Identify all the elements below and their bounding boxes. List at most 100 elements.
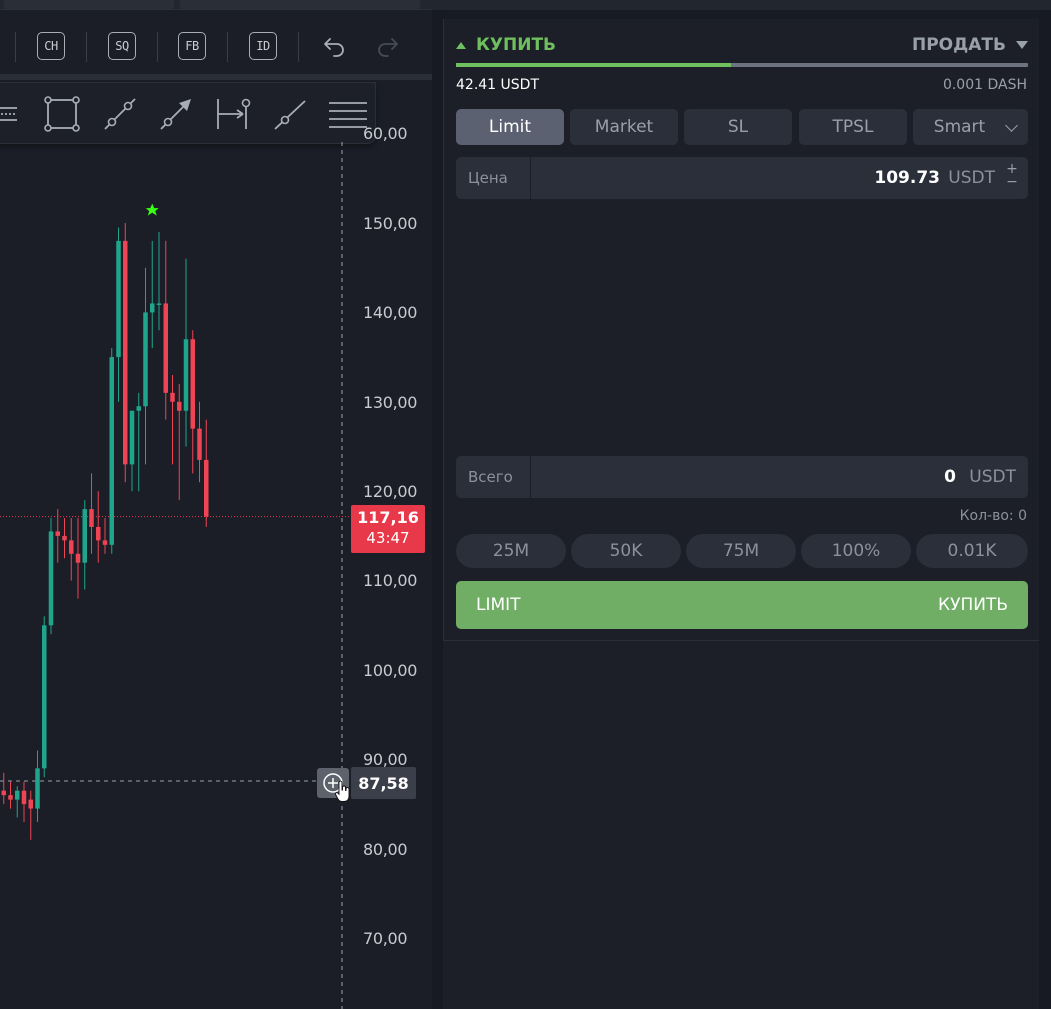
order-panel: КУПИТЬ ПРОДАТЬ 42.41 USDT 0.001 DASH Lim… [443, 19, 1039, 641]
candlestick-chart[interactable] [0, 80, 350, 1009]
top-strip-right [432, 0, 1051, 10]
buy-tab[interactable]: КУПИТЬ [456, 35, 556, 55]
panel-empty-area [443, 641, 1039, 1009]
price-unit: USDT [948, 168, 995, 188]
axis-tick-label: 120,00 [363, 482, 418, 501]
candle-body [96, 526, 101, 541]
trading-screen: CH SQ FB ID 60,00 150,00 140,00 130,00 1… [0, 0, 1051, 1009]
order-type-tabs: Limit Market SL TPSL Smart [456, 109, 1028, 145]
tab-smart-label: Smart [933, 117, 986, 137]
top-strip [0, 0, 432, 10]
sell-tab-label: ПРОДАТЬ [912, 35, 1006, 55]
preset-button[interactable]: 0.01K [916, 534, 1028, 568]
candle-body [143, 312, 148, 407]
chevron-down-icon [1005, 119, 1018, 132]
candle-body [89, 509, 94, 527]
fb-button[interactable]: FB [178, 32, 206, 60]
crosshair-price-tag: 87,58 [351, 767, 416, 799]
candle-body [21, 790, 27, 805]
tab-sl[interactable]: SL [684, 109, 792, 145]
candle-body [156, 303, 162, 305]
axis-tick-label: 80,00 [363, 840, 408, 859]
side-ratio-bar [456, 63, 1028, 67]
candle-body [183, 339, 189, 411]
tab-smart[interactable]: Smart [913, 109, 1028, 145]
candle-body [75, 553, 81, 563]
toolbar-separator [86, 32, 87, 62]
toolbar-separator [227, 32, 228, 62]
candle-body [8, 795, 13, 800]
axis-tick-label: 140,00 [363, 303, 418, 322]
ch-button[interactable]: CH [37, 32, 65, 60]
panel-right-edge [1039, 10, 1051, 1009]
preset-button[interactable]: 25M [456, 534, 566, 568]
tab-tpsl[interactable]: TPSL [799, 109, 907, 145]
candle-body [69, 540, 74, 554]
candle-body [82, 509, 87, 563]
sq-button[interactable]: SQ [108, 32, 136, 60]
candle-countdown: 43:47 [366, 529, 410, 547]
price-field-label: Цена [456, 157, 531, 199]
axis-tick-label: 100,00 [363, 661, 418, 680]
preset-button[interactable]: 75M [686, 534, 796, 568]
submit-order-type: LIMIT [476, 595, 521, 615]
candle-body [123, 240, 128, 465]
candle-body [48, 531, 54, 626]
tab-limit[interactable]: Limit [456, 109, 564, 145]
total-field[interactable]: Всего 0 USDT [456, 456, 1028, 498]
chart-pane[interactable]: CH SQ FB ID 60,00 150,00 140,00 130,00 1… [0, 0, 432, 1009]
candle-body [116, 240, 121, 358]
price-field[interactable]: Цена 109.73 USDT + − [456, 157, 1028, 199]
preset-button[interactable]: 100% [801, 534, 911, 568]
candle-body [1, 790, 6, 796]
candle-body [204, 459, 209, 517]
toolbar-separator [157, 32, 158, 62]
candle-body [28, 799, 33, 809]
base-balance: 0.001 DASH [942, 77, 1027, 93]
candle-body [35, 768, 40, 809]
amount-presets: 25M 50K 75M 100% 0.01K [456, 534, 1028, 568]
total-unit: USDT [969, 467, 1016, 487]
toolbar-separator [15, 32, 16, 62]
axis-tick-label: 110,00 [363, 571, 418, 590]
quote-balance: 42.41 USDT [456, 77, 539, 93]
decrement-icon[interactable]: − [1006, 175, 1018, 189]
candle-body [163, 303, 168, 393]
buy-tab-label: КУПИТЬ [476, 35, 557, 55]
redo-icon[interactable] [374, 33, 404, 61]
total-field-label: Всего [456, 456, 531, 498]
candle-body [42, 625, 47, 769]
axis-tick-label: 70,00 [363, 929, 408, 948]
preset-button[interactable]: 50K [571, 534, 681, 568]
submit-order-side: КУПИТЬ [938, 595, 1008, 615]
axis-tick-label: 150,00 [363, 214, 418, 233]
undo-icon[interactable] [318, 33, 348, 61]
total-input[interactable]: 0 [944, 456, 956, 498]
id-button[interactable]: ID [249, 32, 277, 60]
axis-tick-label: 60,00 [363, 124, 408, 143]
candle-body [62, 535, 67, 541]
candle-body [15, 790, 20, 800]
axis-tick-label: 130,00 [363, 393, 418, 412]
candle-body [129, 410, 135, 465]
side-ratio-fill [456, 63, 731, 67]
hand-cursor-icon [335, 781, 350, 802]
panel-gap [432, 10, 443, 1009]
candle-body [197, 428, 202, 460]
triangle-up-icon [456, 41, 466, 49]
last-price-tag: 117,16 43:47 [351, 505, 425, 553]
tab-market[interactable]: Market [570, 109, 678, 145]
triangle-down-icon [1016, 41, 1028, 49]
quantity-note: Кол-во: 0 [959, 508, 1027, 524]
candle-body [190, 339, 195, 429]
price-input[interactable]: 109.73 [874, 157, 940, 199]
candle-body [177, 401, 182, 411]
candle-body [109, 357, 114, 545]
candle-body [102, 540, 108, 545]
last-price-value: 117,16 [357, 508, 419, 527]
candle-body [150, 303, 155, 313]
sell-tab[interactable]: ПРОДАТЬ [912, 35, 1028, 55]
submit-order-button[interactable]: LIMIT КУПИТЬ [456, 581, 1028, 629]
price-stepper[interactable]: + − [1006, 162, 1018, 193]
candle-body [55, 531, 60, 536]
